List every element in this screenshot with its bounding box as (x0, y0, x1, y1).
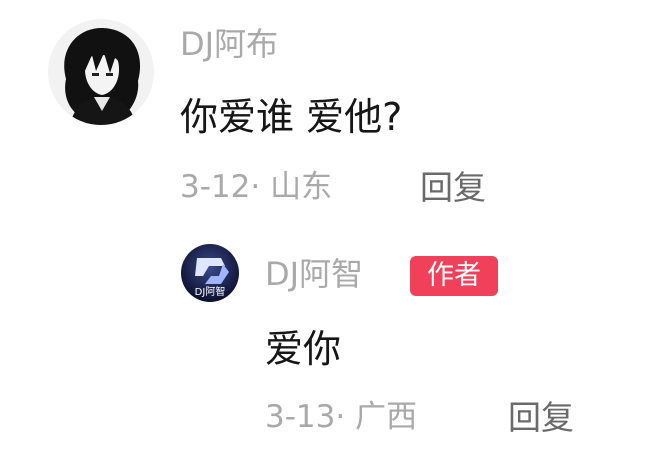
comment-location: · 山东 (250, 169, 333, 205)
comment-date: 3-12 (180, 169, 251, 205)
reply-location: · 广西 (335, 399, 418, 435)
avatar-logo-text: DJ阿智 (195, 285, 226, 298)
reply-text: 爱你 (265, 327, 342, 371)
reply-reply-button[interactable]: 回复 (508, 401, 574, 434)
comment-thread: DJ阿布 你爱谁 爱他? 3-12· 山东 回复 DJ阿智 DJ阿智 作者 爱你… (0, 0, 650, 466)
author-avatar[interactable]: DJ阿智 (181, 244, 239, 302)
comment-text: 你爱谁 爱他? (180, 95, 403, 139)
reply-date: 3-13 (265, 399, 336, 435)
commenter-avatar[interactable] (48, 19, 154, 125)
reply-meta: 3-13· 广西 (265, 402, 417, 433)
commenter-username[interactable]: DJ阿布 (180, 28, 278, 60)
author-badge: 作者 (410, 256, 498, 296)
author-username[interactable]: DJ阿智 (265, 258, 363, 290)
comment-reply-button[interactable]: 回复 (420, 171, 486, 204)
anime-character-avatar-icon (48, 19, 154, 125)
comment-meta: 3-12· 山东 (180, 172, 332, 203)
dj-logo-avatar-icon: DJ阿智 (181, 244, 239, 302)
